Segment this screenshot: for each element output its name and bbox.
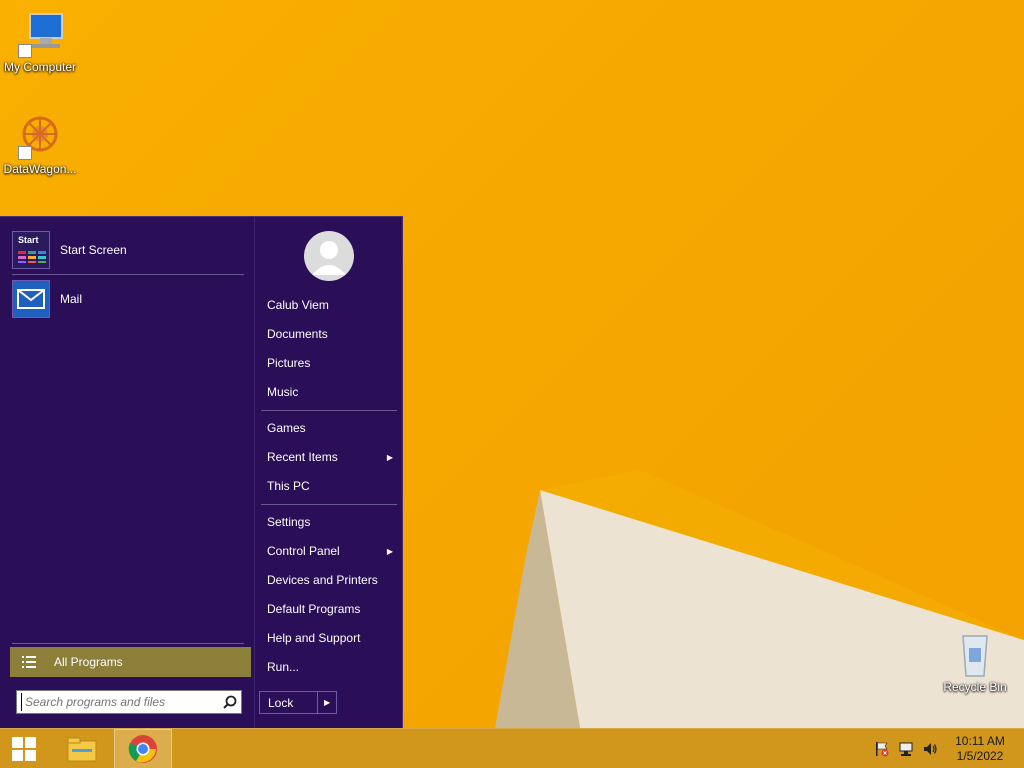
shortcut-arrow-icon [18,146,32,160]
pinned-item-mail[interactable]: Mail [12,278,244,320]
shortcut-arrow-icon [18,44,32,58]
menu-item-this-pc[interactable]: This PC [261,473,397,499]
start-menu-left-column: Start Start Screen Mail All Programs Sea… [0,217,254,728]
desktop-icon-datawagon[interactable]: DataWagon... [0,112,80,176]
taskbar-clock[interactable]: 10:11 AM 1/5/2022 [944,734,1016,764]
clock-time: 10:11 AM [955,734,1005,748]
recycle-bin-icon [951,630,999,678]
menu-item-label: Recent Items [267,450,338,464]
menu-item-settings[interactable]: Settings [261,509,397,535]
taskbar: 10:11 AM 1/5/2022 [0,728,1024,768]
desktop-icon-label: Recycle Bin [943,680,1007,694]
menu-item-label: Control Panel [267,544,340,558]
menu-item-label: Default Programs [267,602,361,616]
start-menu-right-column: Calub Viem Documents Pictures Music Game… [254,217,403,728]
lock-button: Lock ▶ [259,691,337,714]
separator [12,274,244,275]
menu-item-music[interactable]: Music [261,379,397,405]
menu-item-control-panel[interactable]: Control Panel ▶ [261,538,397,564]
power-options-arrow-icon[interactable]: ▶ [317,692,336,713]
search-input[interactable] [21,693,211,711]
lock-label[interactable]: Lock [260,696,317,710]
menu-item-recent-items[interactable]: Recent Items ▶ [261,444,397,470]
menu-item-label: Calub Viem [267,298,329,312]
desktop-icon-label: DataWagon... [3,162,77,176]
start-menu: Start Start Screen Mail All Programs Sea… [0,216,403,728]
menu-item-label: Pictures [267,356,311,370]
menu-item-help-support[interactable]: Help and Support [261,625,397,651]
menu-item-user[interactable]: Calub Viem [261,292,397,318]
folder-icon [67,737,97,762]
menu-item-documents[interactable]: Documents [261,321,397,347]
search-box[interactable] [16,690,242,714]
chrome-icon [128,735,157,763]
separator [261,504,397,505]
menu-item-label: Help and Support [267,631,361,645]
all-programs-button[interactable]: All Programs [10,647,251,677]
menu-item-label: Run... [267,660,300,674]
search-icon[interactable] [223,695,237,709]
separator [12,643,244,644]
menu-item-label: This PC [267,479,310,493]
pinned-item-label: Mail [60,292,83,306]
user-icon [312,241,346,275]
menu-item-label: Documents [267,327,328,341]
menu-item-run[interactable]: Run... [261,654,397,680]
menu-item-label: Settings [267,515,311,529]
menu-item-label: Music [267,385,299,399]
volume-icon[interactable] [922,741,938,757]
mail-icon [12,280,50,318]
windows-logo-icon [12,737,36,761]
datawagon-logo-icon [16,112,64,160]
separator [261,410,397,411]
start-screen-icon: Start [12,231,50,269]
desktop-icon-label: My Computer [3,60,77,74]
menu-item-label: Devices and Printers [267,573,378,587]
pinned-item-start-screen[interactable]: Start Start Screen [12,229,244,271]
desktop-icon-my-computer[interactable]: My Computer [0,10,80,74]
submenu-arrow-icon: ▶ [386,546,393,556]
action-center-flag-icon[interactable] [874,741,890,757]
clock-date: 1/5/2022 [956,749,1004,763]
submenu-arrow-icon: ▶ [386,452,393,462]
menu-item-default-programs[interactable]: Default Programs [261,596,397,622]
menu-item-pictures[interactable]: Pictures [261,350,397,376]
pinned-item-label: Start Screen [60,243,127,257]
menu-item-games[interactable]: Games [261,415,397,441]
taskbar-file-explorer[interactable] [58,729,106,768]
start-button[interactable] [0,729,48,768]
menu-item-label: Games [267,421,306,435]
menu-item-devices-printers[interactable]: Devices and Printers [261,567,397,593]
list-icon [22,656,36,668]
user-avatar[interactable] [304,231,354,281]
all-programs-label: All Programs [54,655,123,669]
network-icon[interactable] [898,741,914,757]
taskbar-chrome[interactable] [114,729,172,768]
computer-icon [16,10,64,58]
desktop-icon-recycle-bin[interactable]: Recycle Bin [935,630,1015,694]
